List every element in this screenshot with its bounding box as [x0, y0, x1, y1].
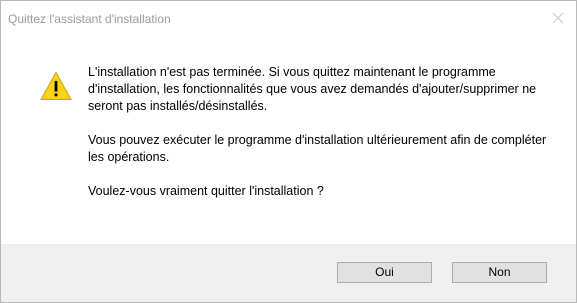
quit-setup-dialog: Quittez l'assistant d'installation L'ins…: [0, 0, 577, 303]
dialog-content: L'installation n'est pas terminée. Si vo…: [1, 37, 576, 244]
close-button[interactable]: [540, 1, 576, 35]
button-bar: Oui Non: [1, 244, 576, 302]
message-paragraph-incomplete: L'installation n'est pas terminée. Si vo…: [88, 65, 537, 113]
message-question: Voulez-vous vraiment quitter l'installat…: [88, 184, 324, 198]
message-text: L'installation n'est pas terminée. Si vo…: [88, 64, 558, 200]
warning-icon: [40, 72, 72, 100]
close-icon: [552, 12, 564, 24]
no-button[interactable]: Non: [452, 262, 547, 283]
message-paragraph-later: Vous pouvez exécuter le programme d'inst…: [88, 133, 547, 164]
window-title: Quittez l'assistant d'installation: [8, 12, 171, 26]
title-bar: Quittez l'assistant d'installation: [1, 1, 576, 37]
yes-button[interactable]: Oui: [337, 262, 432, 283]
